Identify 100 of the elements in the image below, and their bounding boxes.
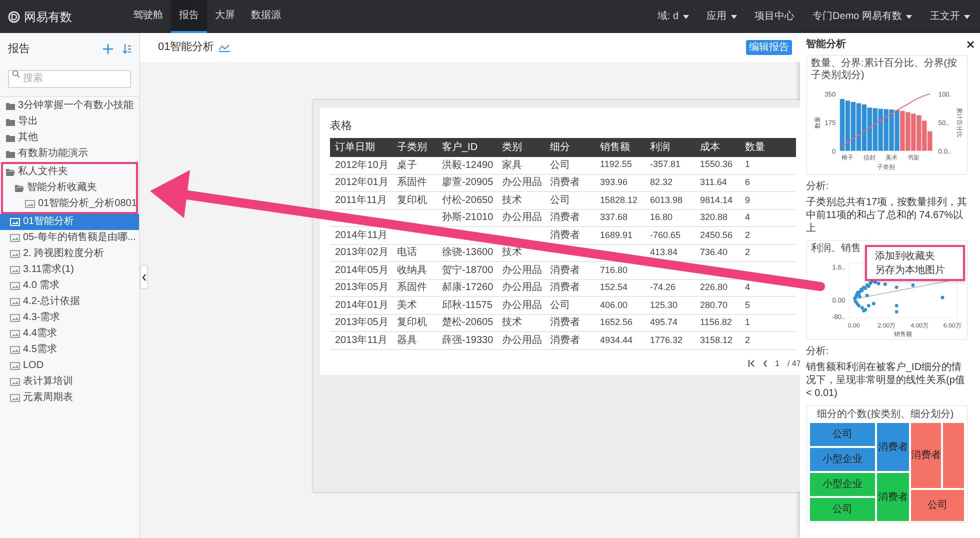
panel-title: 智能分析	[806, 38, 846, 52]
table-cell: 716.80	[595, 262, 645, 279]
report-item[interactable]: 表计算培训	[0, 374, 139, 390]
sort-icon[interactable]	[123, 44, 131, 54]
table-cell: 4	[740, 279, 796, 296]
table-cell: 2013年05月	[330, 279, 392, 296]
report-item[interactable]: 4.2-总计依据	[0, 294, 139, 310]
report-item[interactable]: 4.3-需求	[0, 310, 139, 326]
table-cell: 美术	[392, 296, 437, 314]
table-cell: 家具	[497, 156, 545, 174]
image-icon	[10, 282, 20, 290]
line-chart-icon[interactable]	[219, 44, 230, 52]
analysis-label: 分析:	[806, 180, 829, 194]
caret-icon	[682, 14, 689, 18]
table-cell: 消费者	[545, 262, 595, 279]
first-page-icon[interactable]	[748, 360, 755, 367]
previous-page-icon[interactable]	[763, 360, 767, 367]
menu-item[interactable]: 应用	[706, 9, 737, 24]
report-item[interactable]: 2. 跨视图粒度分析	[0, 246, 139, 262]
chart-title: 数量、分界:累计百分比、分界(按子类别划分)	[811, 58, 958, 82]
table-cell: 1192.55	[595, 156, 645, 174]
table-cell: 消费者	[545, 226, 595, 244]
table-cell: 9	[740, 192, 796, 209]
table-cell: 2011年11月	[330, 192, 392, 209]
nav-tab[interactable]: 驾驶舱	[125, 0, 171, 33]
image-icon	[10, 346, 20, 354]
page-number: 1	[775, 358, 780, 370]
menu-item[interactable]: 添加到收藏夹	[867, 249, 963, 263]
table-cell: 公司	[545, 156, 595, 174]
column-header: 客户_ID	[437, 138, 497, 156]
analysis-label: 分析:	[806, 344, 829, 359]
search-icon	[12, 70, 20, 78]
table-cell: 9814.14	[695, 192, 740, 209]
folder-item[interactable]: 有数新功能演示	[0, 146, 139, 162]
folder-item[interactable]: 其他	[0, 130, 139, 146]
table-cell: 孙斯-21010	[437, 209, 497, 226]
image-icon	[10, 330, 20, 338]
report-item[interactable]: LOD	[0, 358, 139, 374]
report-item[interactable]: 4.4需求	[0, 326, 139, 342]
menu-item[interactable]: 项目中心	[754, 9, 795, 24]
table-cell: 16.80	[645, 209, 695, 226]
menu-item[interactable]: 另存为本地图片	[867, 263, 963, 277]
table-cell: 5	[740, 296, 796, 314]
table-cell: 办公用品	[497, 296, 545, 314]
chevron-left-icon	[142, 274, 146, 280]
table-cell: 337.68	[595, 209, 645, 226]
table-cell: 1	[740, 156, 796, 174]
table-title: 表格	[330, 119, 352, 134]
report-item[interactable]: 01智能分析	[0, 214, 139, 230]
folder-item[interactable]: 智能分析收藏夹	[3, 180, 136, 196]
open-folder-icon	[15, 184, 24, 192]
folder-item[interactable]: 3分钟掌握一个有数小技能	[0, 98, 139, 114]
nav-tab[interactable]: 大屏	[207, 0, 243, 33]
table-cell: 技术	[497, 244, 545, 262]
table-cell: 413.84	[645, 244, 695, 262]
folder-item[interactable]: 私人文件夹	[3, 164, 136, 180]
image-icon	[10, 394, 20, 402]
table-cell: 洪毅-12490	[437, 156, 497, 174]
table-cell: 邱秋-11575	[437, 296, 497, 314]
table-cell: 器具	[392, 332, 437, 349]
menu-item[interactable]: 域: d	[657, 9, 689, 24]
plus-icon[interactable]	[103, 44, 113, 54]
table-cell: 152.54	[595, 279, 645, 296]
report-item[interactable]: 4.5需求	[0, 342, 139, 358]
search-field[interactable]: 搜索	[8, 70, 131, 88]
report-item[interactable]: 05-每年的销售额是由哪...	[0, 230, 139, 246]
report-item[interactable]: 4.0 需求	[0, 278, 139, 294]
analysis-text: 子类别总共有17项，按数量排列，其中前11项的和占了总和的 74.67%以上	[806, 196, 968, 235]
menu-item[interactable]: 专门Demo 网易有数	[812, 9, 912, 24]
column-header: 订单日期	[330, 138, 392, 156]
table-cell: 2450.56	[695, 226, 740, 244]
table-cell: 消费者	[545, 174, 595, 192]
table-cell: 1652.56	[595, 314, 645, 332]
report-item[interactable]: 元素周期表	[0, 390, 139, 406]
image-icon	[25, 200, 35, 208]
report-item[interactable]: 3.11需求(1)	[0, 262, 139, 278]
table-cell: 4934.44	[595, 332, 645, 349]
table-cell: 2013年11月	[330, 332, 392, 349]
table-cell: 公司	[545, 296, 595, 314]
image-icon	[10, 314, 20, 322]
menu-item[interactable]: 王文开	[930, 9, 970, 24]
image-icon	[10, 234, 20, 242]
image-icon	[10, 362, 20, 370]
nav-tab[interactable]: 数据源	[243, 0, 289, 33]
close-icon[interactable]	[967, 40, 974, 48]
table-cell: 2013年02月	[330, 244, 392, 262]
scatter-point	[894, 310, 898, 314]
table-cell: 406.00	[595, 296, 645, 314]
image-icon	[10, 266, 20, 274]
collapse-button[interactable]	[140, 265, 148, 289]
nav-tab[interactable]: 报告	[171, 0, 207, 33]
table-cell: 1	[740, 314, 796, 332]
table-cell: 82.32	[645, 174, 695, 192]
table-cell: 125.30	[645, 296, 695, 314]
report-title: 01智能分析	[158, 40, 214, 56]
folder-item[interactable]: 导出	[0, 114, 139, 130]
table-cell: 320.88	[695, 209, 740, 226]
table-cell: 2012年10月	[330, 156, 392, 174]
table-cell: 技术	[497, 314, 545, 332]
table-cell: 办公用品	[497, 174, 545, 192]
